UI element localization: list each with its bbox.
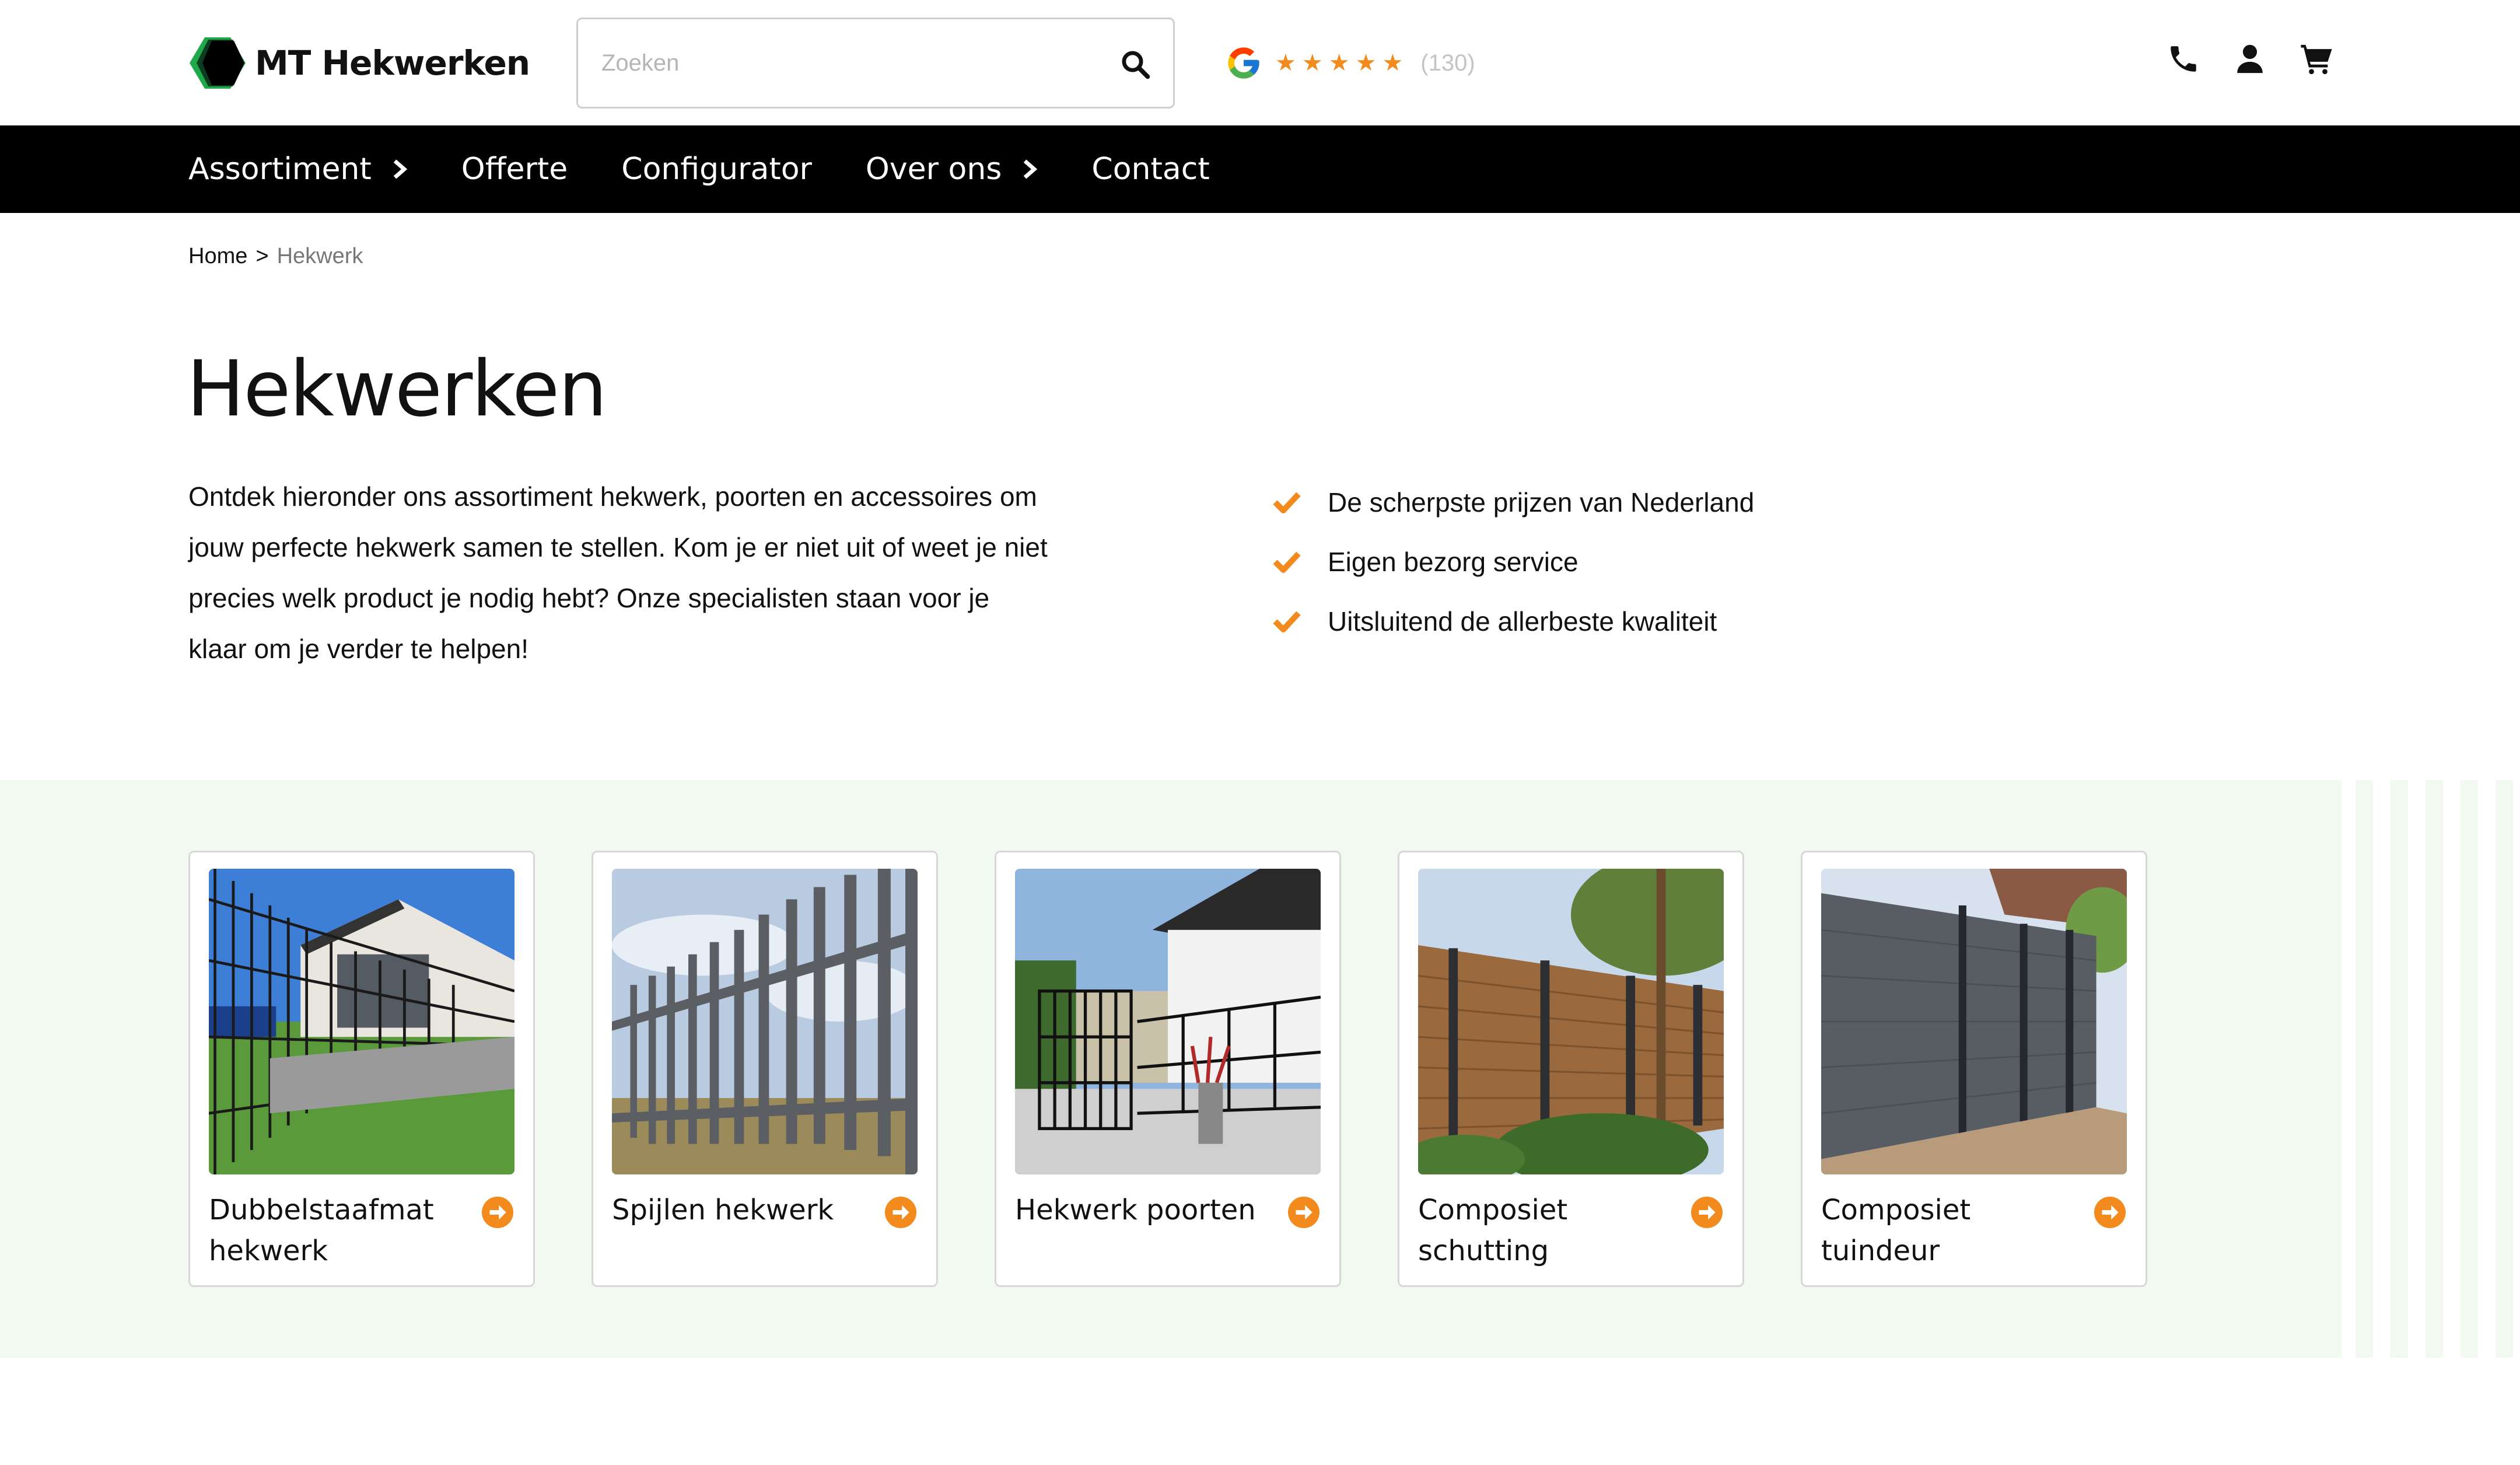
check-icon bbox=[1273, 551, 1301, 573]
search-icon[interactable] bbox=[1119, 48, 1151, 80]
usp-item: De scherpste prijzen van Nederland bbox=[1272, 473, 1754, 532]
category-card-poorten[interactable]: Hekwerk poorten bbox=[995, 851, 1341, 1287]
star-icon: ★ bbox=[1382, 50, 1404, 76]
breadcrumb-separator: > bbox=[256, 244, 269, 268]
cart-icon[interactable] bbox=[2300, 42, 2333, 76]
arrow-circle-right-icon bbox=[885, 1197, 916, 1228]
breadcrumb: Home > Hekwerk bbox=[188, 244, 363, 269]
main-nav: Assortiment Offerte Configurator Over on… bbox=[0, 125, 2520, 213]
breadcrumb-current: Hekwerk bbox=[276, 244, 363, 268]
category-card-dubbelstaafmat[interactable]: Dubbelstaafmat hekwerk bbox=[188, 851, 535, 1287]
usp-text: Eigen bezorg service bbox=[1328, 547, 1578, 577]
star-icon: ★ bbox=[1275, 50, 1296, 76]
nav-item-assortiment[interactable]: Assortiment bbox=[188, 152, 408, 187]
breadcrumb-home[interactable]: Home bbox=[188, 244, 247, 269]
intro-text: Ontdek hieronder ons assortiment hekwerk… bbox=[188, 481, 1048, 664]
category-card-spijlen[interactable]: Spijlen hekwerk bbox=[592, 851, 938, 1287]
category-label: Dubbelstaafmat hekwerk bbox=[209, 1194, 434, 1267]
decorative-stripes bbox=[2342, 780, 2520, 1358]
category-label: Spijlen hekwerk bbox=[612, 1194, 834, 1226]
usp-item: Eigen bezorg service bbox=[1272, 532, 1754, 592]
arrow-circle-right-icon bbox=[482, 1197, 513, 1228]
usp-item: Uitsluitend de allerbeste kwaliteit bbox=[1272, 592, 1754, 651]
category-image bbox=[612, 869, 918, 1174]
usp-list: De scherpste prijzen van Nederland Eigen… bbox=[1272, 473, 1754, 651]
chevron-right-icon bbox=[1024, 159, 1038, 179]
star-icon: ★ bbox=[1301, 50, 1323, 76]
category-image bbox=[1418, 869, 1724, 1174]
arrow-circle-right-icon bbox=[1288, 1197, 1320, 1228]
rating-count: (130) bbox=[1420, 50, 1475, 76]
category-card-composiet-schutting[interactable]: Composiet schutting bbox=[1398, 851, 1744, 1287]
category-image bbox=[1015, 869, 1321, 1174]
page-title: Hekwerken bbox=[187, 344, 607, 434]
header-actions bbox=[2166, 42, 2333, 76]
check-icon bbox=[1273, 611, 1301, 632]
nav-item-label: Assortiment bbox=[188, 152, 372, 187]
usp-text: Uitsluitend de allerbeste kwaliteit bbox=[1328, 606, 1717, 637]
category-label: Composiet tuindeur bbox=[1821, 1194, 1971, 1267]
arrow-circle-right-icon bbox=[1691, 1197, 1723, 1228]
nav-item-label: Offerte bbox=[461, 152, 568, 187]
category-card-composiet-tuindeur[interactable]: Composiet tuindeur bbox=[1801, 851, 2147, 1287]
search-box bbox=[576, 18, 1175, 109]
category-image bbox=[209, 869, 514, 1174]
logo-text: MT Hekwerken bbox=[255, 43, 530, 83]
nav-item-label: Contact bbox=[1091, 152, 1210, 187]
chevron-right-icon bbox=[393, 159, 407, 179]
user-icon[interactable] bbox=[2233, 42, 2267, 76]
category-label: Composiet schutting bbox=[1418, 1194, 1568, 1267]
phone-icon[interactable] bbox=[2166, 42, 2200, 76]
site-logo[interactable]: MT Hekwerken bbox=[188, 35, 530, 91]
nav-item-over-ons[interactable]: Over ons bbox=[866, 152, 1038, 187]
category-label: Hekwerk poorten bbox=[1015, 1194, 1256, 1226]
nav-item-label: Configurator bbox=[621, 152, 812, 187]
nav-item-contact[interactable]: Contact bbox=[1091, 152, 1209, 187]
arrow-circle-right-icon bbox=[2094, 1197, 2126, 1228]
nav-item-configurator[interactable]: Configurator bbox=[621, 152, 812, 187]
star-icon: ★ bbox=[1355, 50, 1377, 76]
star-icon: ★ bbox=[1328, 50, 1350, 76]
google-rating[interactable]: ★ ★ ★ ★ ★ (130) bbox=[1225, 42, 1475, 84]
rating-stars: ★ ★ ★ ★ ★ bbox=[1275, 51, 1403, 75]
nav-item-label: Over ons bbox=[865, 152, 1002, 187]
usp-text: De scherpste prijzen van Nederland bbox=[1328, 487, 1755, 518]
nav-item-offerte[interactable]: Offerte bbox=[461, 152, 568, 187]
search-input[interactable] bbox=[601, 19, 1103, 107]
site-header: MT Hekwerken ★ ★ ★ ★ ★ (130) bbox=[0, 0, 2520, 125]
google-icon bbox=[1228, 47, 1259, 79]
check-icon bbox=[1273, 492, 1301, 513]
category-image bbox=[1821, 869, 2127, 1174]
logo-mark-icon bbox=[190, 37, 246, 89]
